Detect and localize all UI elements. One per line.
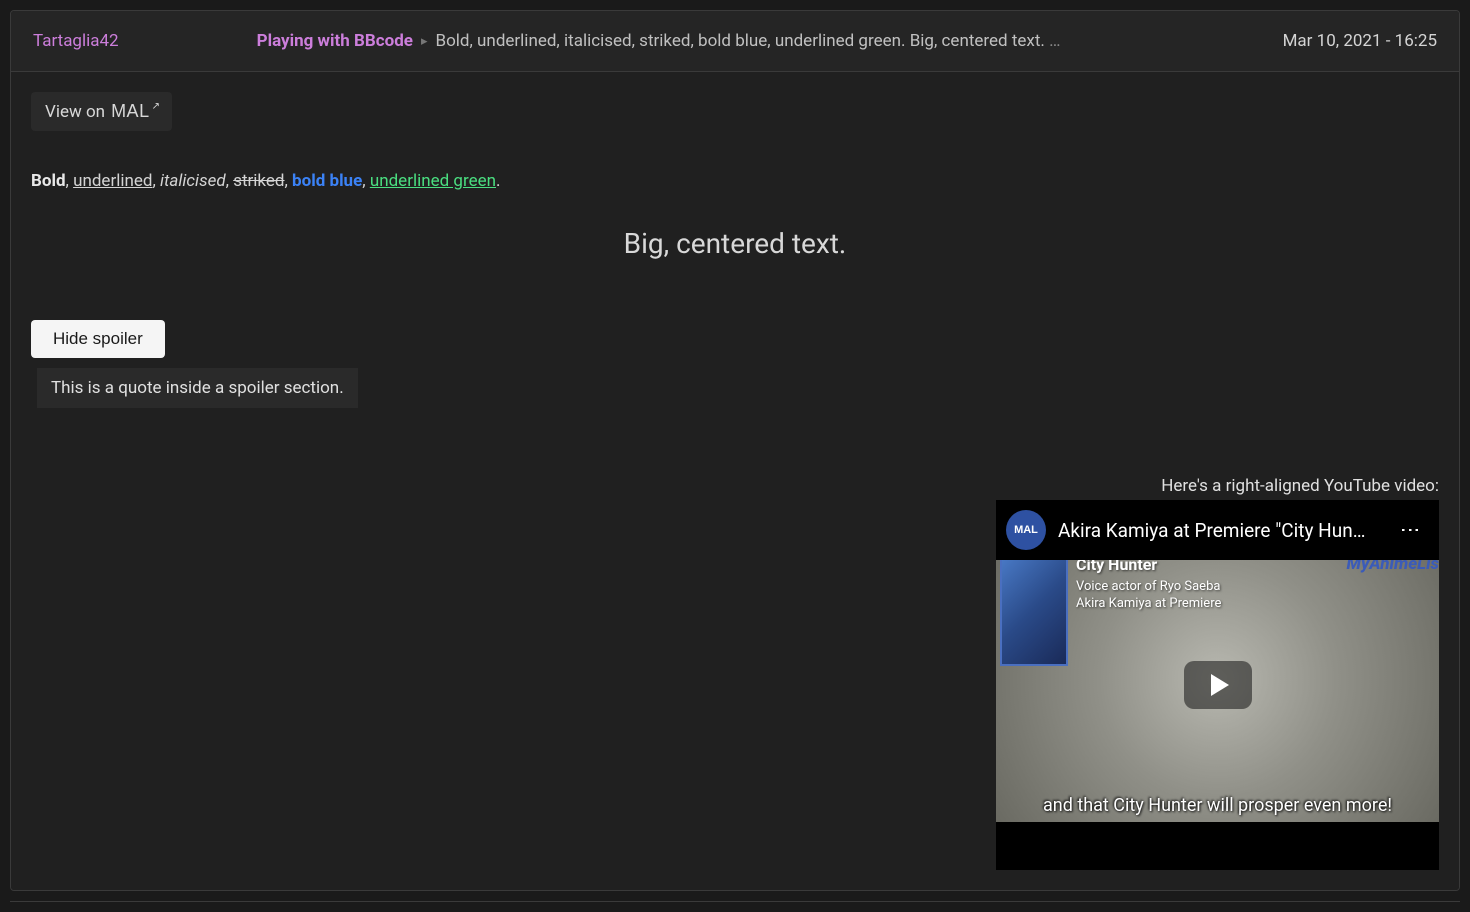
video-actor-name: Akira Kamiya at Premiere xyxy=(1076,595,1221,613)
video-voice-actor-line: Voice actor of Ryo Saeba xyxy=(1076,578,1221,596)
post-date: Mar 10, 2021 - 16:25 xyxy=(1283,31,1437,51)
quote-box: This is a quote inside a spoiler section… xyxy=(37,368,358,408)
channel-icon[interactable]: MAL xyxy=(1006,510,1046,550)
video-title[interactable]: Akira Kamiya at Premiere "City Hun… xyxy=(1058,519,1381,542)
bold-text: Bold xyxy=(31,171,66,191)
view-on-label: View on xyxy=(45,102,105,122)
post-header: Tartaglia42 Playing with BBcode ▸ Bold, … xyxy=(11,11,1459,72)
mal-logo-icon: MAL xyxy=(111,101,158,122)
big-centered-text: Big, centered text. xyxy=(31,227,1439,260)
post-body: View on MAL Bold, underlined, italicised… xyxy=(11,72,1459,890)
video-thumbnail-overlay xyxy=(1000,552,1068,666)
video-menu-icon[interactable]: ⋮ xyxy=(1393,520,1429,540)
italic-text: italicised xyxy=(160,171,226,191)
username-link[interactable]: Tartaglia42 xyxy=(33,31,119,51)
post-container: Tartaglia42 Playing with BBcode ▸ Bold, … xyxy=(10,10,1460,891)
video-frame[interactable]: City Hunter Voice actor of Ryo Saeba Aki… xyxy=(996,548,1439,822)
ellipsis: … xyxy=(1049,31,1060,51)
chevron-right-icon: ▸ xyxy=(421,34,428,49)
play-button-icon[interactable] xyxy=(1184,661,1252,709)
video-section: Here's a right-aligned YouTube video: MA… xyxy=(31,476,1439,870)
hide-spoiler-button[interactable]: Hide spoiler xyxy=(31,320,165,358)
preview-text: Bold, underlined, italicised, striked, b… xyxy=(435,31,1049,51)
video-player[interactable]: MAL Akira Kamiya at Premiere "City Hun… … xyxy=(996,500,1439,870)
bottom-divider xyxy=(10,901,1460,902)
bbcode-sample-line: Bold, underlined, italicised, striked, b… xyxy=(31,171,1439,191)
post-preview: Bold, underlined, italicised, striked, b… xyxy=(435,31,1254,51)
bold-blue-text: bold blue xyxy=(292,171,362,191)
video-header: MAL Akira Kamiya at Premiere "City Hun… … xyxy=(996,500,1439,560)
underlined-text: underlined xyxy=(73,171,152,191)
striked-text: striked xyxy=(233,171,284,191)
video-info-text: City Hunter Voice actor of Ryo Saeba Aki… xyxy=(1076,554,1221,613)
underlined-green-text: underlined green xyxy=(370,171,496,191)
video-subtitle: and that City Hunter will prosper even m… xyxy=(996,795,1439,816)
post-title[interactable]: Playing with BBcode xyxy=(257,31,413,51)
view-on-mal-button[interactable]: View on MAL xyxy=(31,92,172,131)
video-caption: Here's a right-aligned YouTube video: xyxy=(31,476,1439,496)
